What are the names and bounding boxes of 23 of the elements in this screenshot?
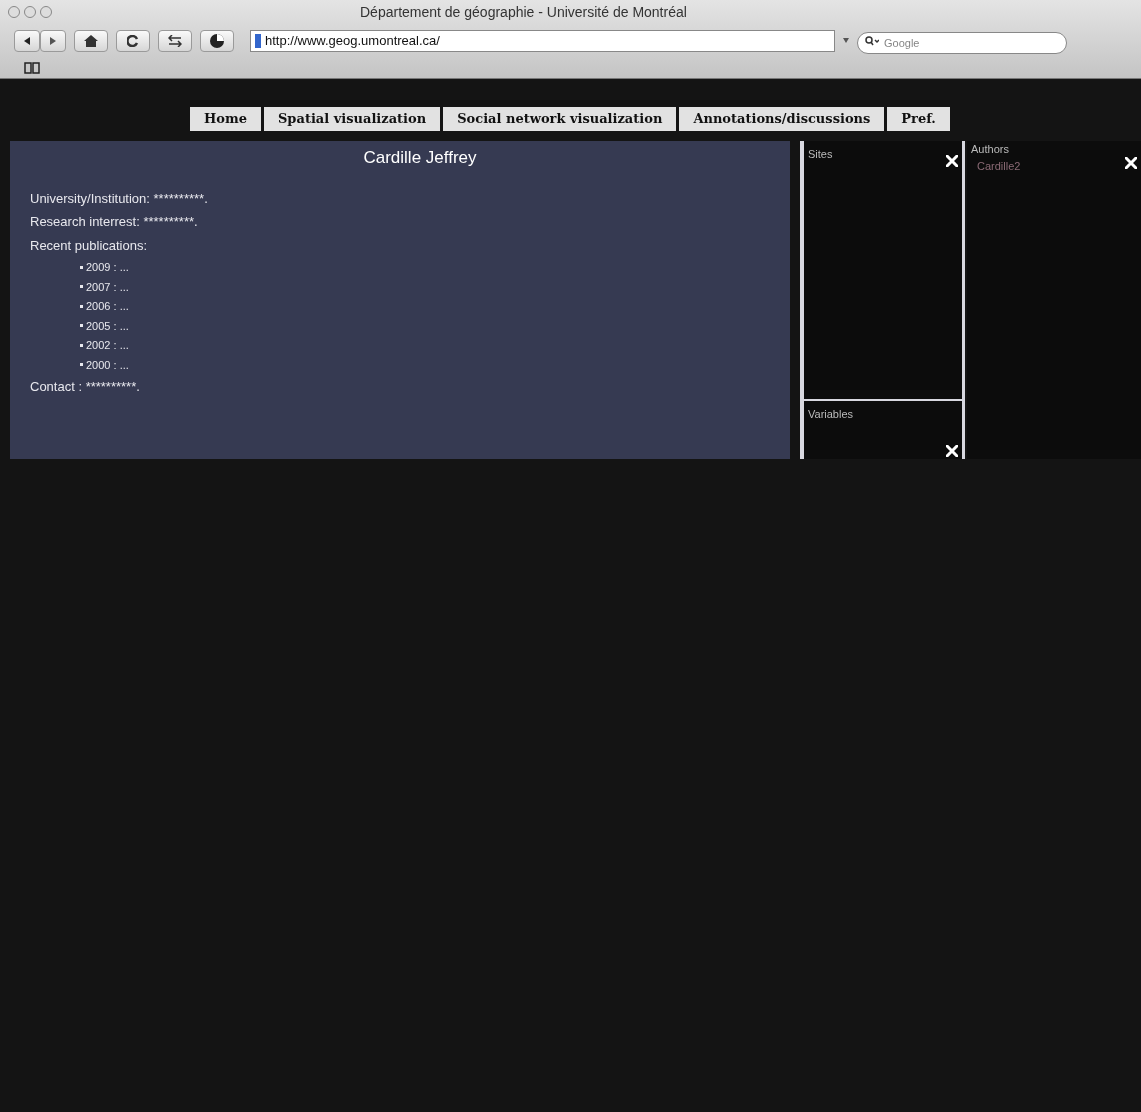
nav-tab[interactable]: Home [190,107,261,131]
author-item[interactable]: Cardille2 [971,157,1137,174]
panel-title: Authors [971,142,1010,157]
publication-item: 2006 : ... [86,299,129,314]
profile-name: Cardille Jeffrey [363,147,477,169]
window-title: Département de géographie - Université de Montréal [360,2,687,22]
publication-item: 2005 : ... [86,318,129,334]
panel-title: Sites [808,148,833,160]
publication-item: 2009 : ... [86,260,129,275]
profile-field: Research interrest: **********. [30,212,770,232]
search-field[interactable]: Google [857,32,1067,54]
contact-text: Contact : **********. [30,378,141,396]
profile-field: University/Institution: **********. [30,188,770,208]
nav-tab[interactable]: Social network visualization [443,107,677,131]
publication-item: 2002 : ... [86,338,129,353]
panel-title: Variables [808,408,854,420]
nav-tab[interactable]: Pref. [887,107,950,131]
profile-field: Recent publications: [30,235,770,255]
nav-tab[interactable]: Annotations/discussions [679,107,885,131]
publication-item: 2007 : ... [86,279,129,295]
nav-tab[interactable]: Spatial visualization [264,107,441,131]
address-field[interactable]: http://www.geog.umontreal.ca/ [250,30,835,52]
publication-item: 2000 : ... [86,357,129,373]
